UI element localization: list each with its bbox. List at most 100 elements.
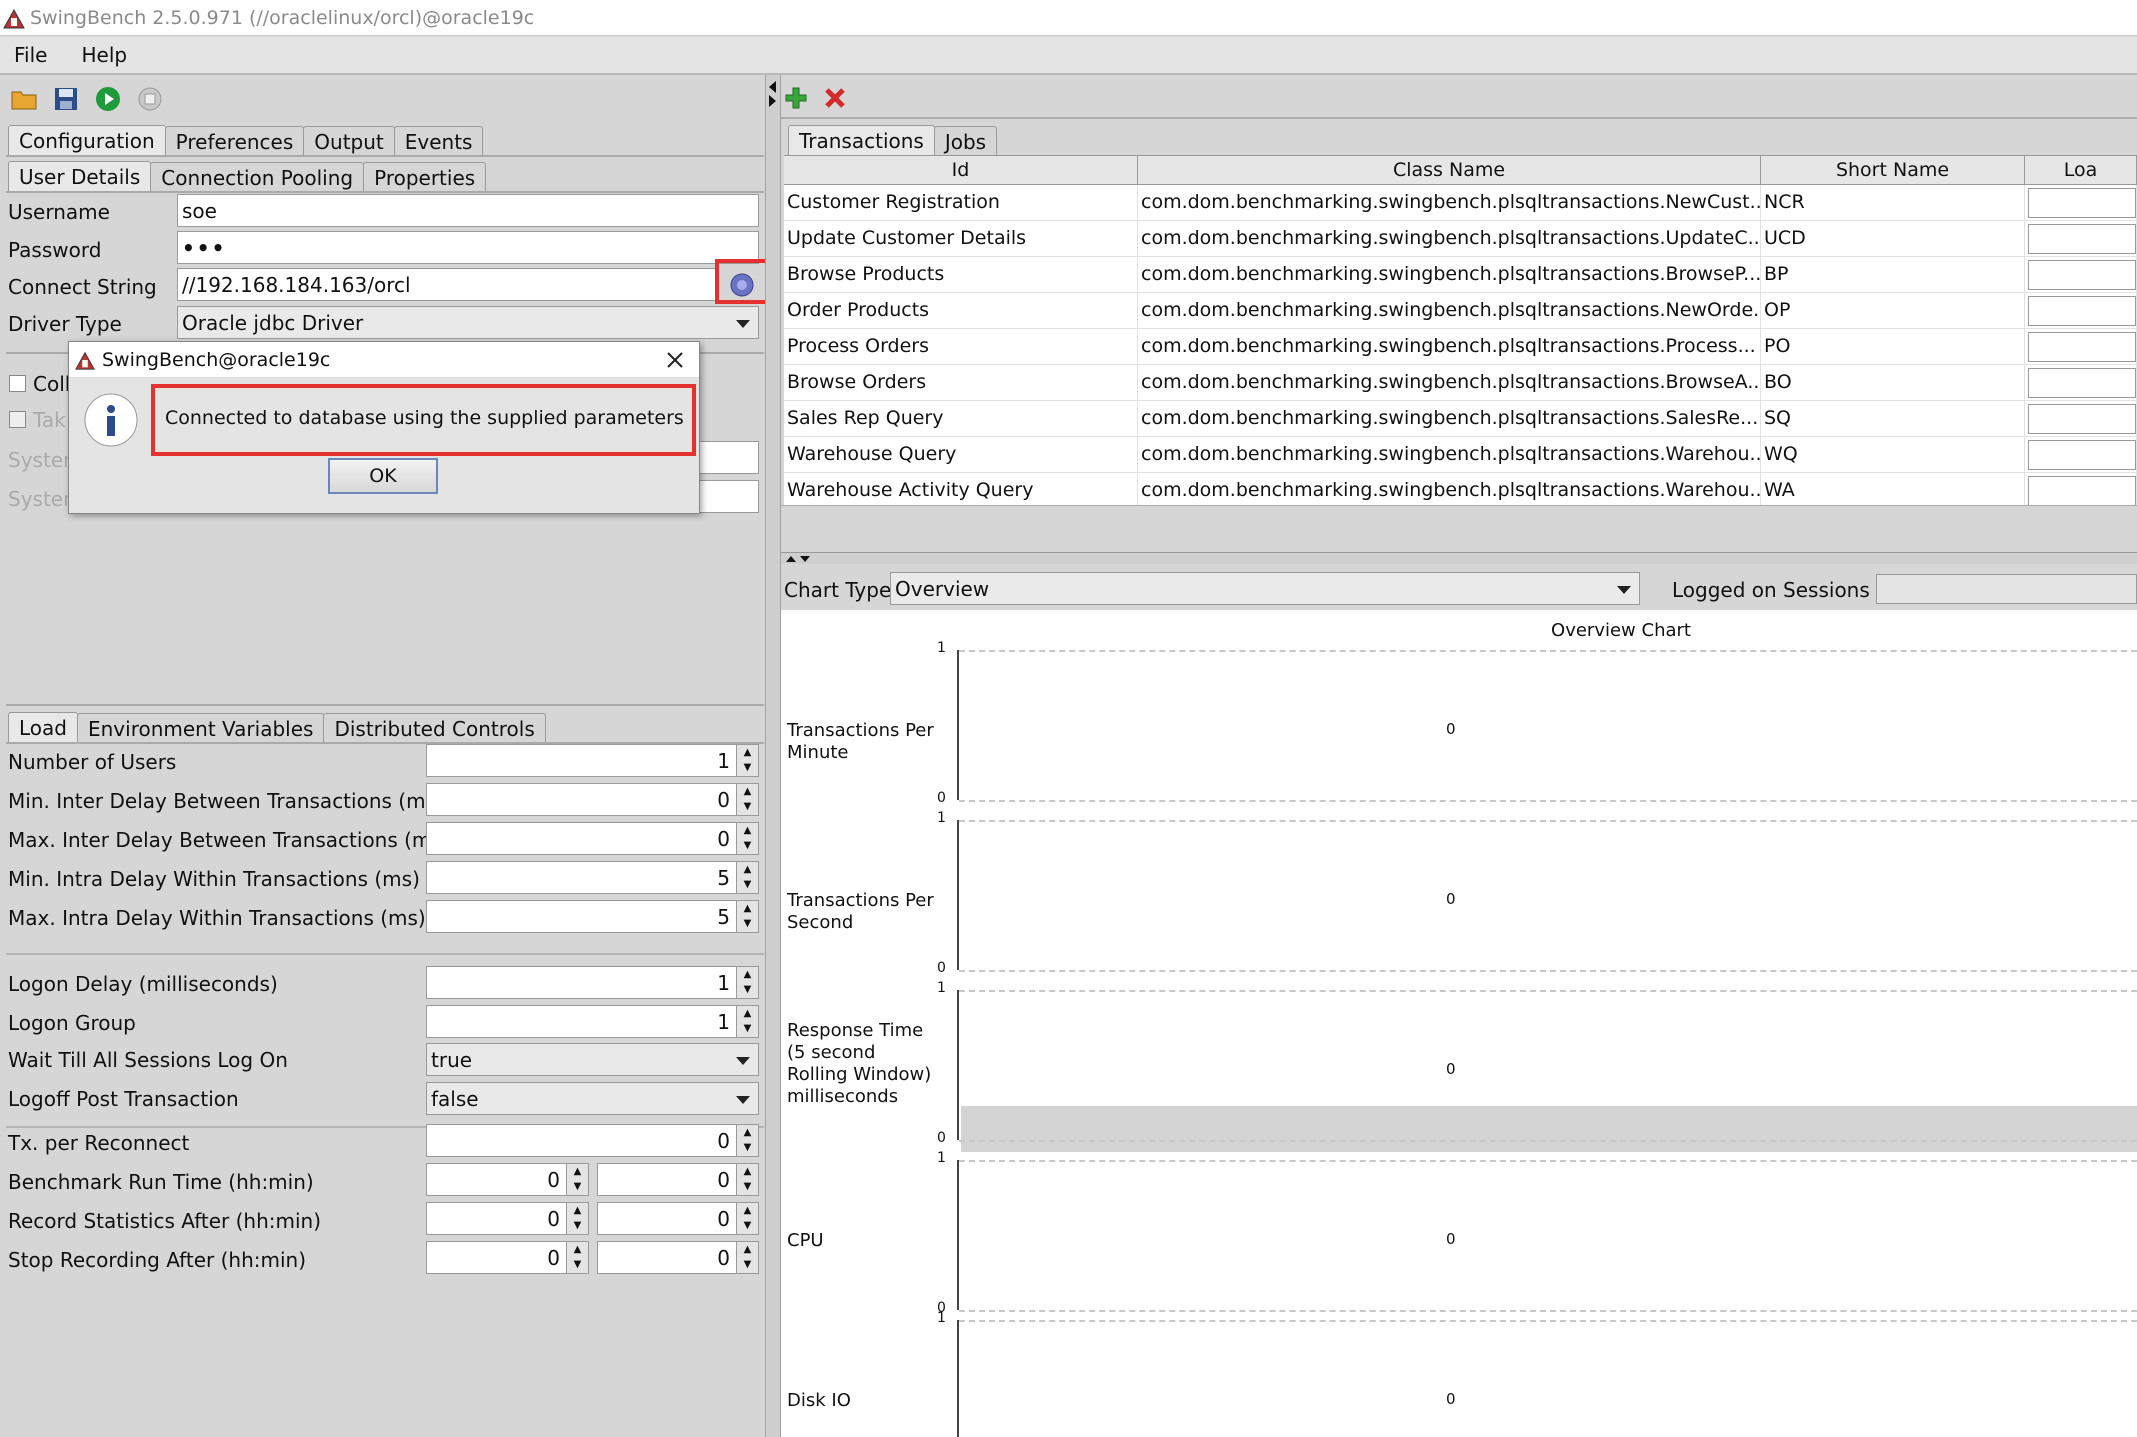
logoff-select[interactable]: false: [426, 1082, 759, 1115]
stop-icon[interactable]: [136, 85, 164, 113]
cell-class-name: com.dom.benchmarking.swingbench.plsqltra…: [1138, 437, 1761, 472]
stop-minutes-spinner[interactable]: 0 ▲ ▼: [597, 1241, 759, 1274]
logon-delay-spinner[interactable]: 1 ▲ ▼: [426, 966, 759, 999]
tab-properties[interactable]: Properties: [363, 162, 487, 192]
load-ratio-field[interactable]: [2028, 188, 2136, 218]
chevron-down-icon: [1617, 586, 1631, 594]
tab-user-details[interactable]: User Details: [8, 161, 152, 192]
spinner-arrows-icon[interactable]: ▲ ▼: [736, 1006, 758, 1037]
driver-type-select[interactable]: Oracle jdbc Driver: [177, 306, 759, 339]
load-ratio-field[interactable]: [2028, 224, 2136, 254]
spinner-arrows-icon[interactable]: ▲ ▼: [736, 901, 758, 932]
tab-transactions[interactable]: Transactions: [788, 125, 935, 156]
split-pane-divider[interactable]: [765, 75, 781, 1437]
load-ratio-field[interactable]: [2028, 476, 2136, 506]
logon-group-spinner[interactable]: 1 ▲ ▼: [426, 1005, 759, 1038]
collect-checkbox[interactable]: [9, 375, 26, 392]
spinner-arrows-icon[interactable]: ▲ ▼: [566, 1242, 588, 1273]
spinner-arrows-icon[interactable]: ▲ ▼: [736, 967, 758, 998]
gridline-bottom: [959, 970, 2137, 972]
axis-tick-top: 1: [937, 810, 946, 826]
table-row[interactable]: Update Customer Details com.dom.benchmark…: [784, 221, 2137, 257]
subtab-separator: [6, 191, 764, 193]
username-input[interactable]: soe: [177, 194, 759, 227]
menu-file[interactable]: File: [14, 43, 47, 67]
column-header-class-name[interactable]: Class Name: [1138, 156, 1761, 184]
menu-bar: File Help: [0, 37, 2137, 75]
save-disk-icon[interactable]: [52, 85, 80, 113]
table-row[interactable]: Order Products com.dom.benchmarking.swing…: [784, 293, 2137, 329]
spinner-arrows-icon[interactable]: ▲ ▼: [736, 862, 758, 893]
table-row[interactable]: Process Orders com.dom.benchmarking.swing…: [784, 329, 2137, 365]
table-row[interactable]: Browse Products com.dom.benchmarking.swin…: [784, 257, 2137, 293]
column-header-id[interactable]: Id: [784, 156, 1138, 184]
load-ratio-field[interactable]: [2028, 440, 2136, 470]
load-ratio-field[interactable]: [2028, 260, 2136, 290]
connect-string-input[interactable]: //192.168.184.163/orcl: [177, 268, 717, 301]
menu-help[interactable]: Help: [81, 43, 127, 67]
transactions-tab-strip: Transactions Jobs: [788, 120, 998, 156]
run-play-icon[interactable]: [94, 85, 122, 113]
min-intra-spinner[interactable]: 5 ▲ ▼: [426, 861, 759, 894]
password-input[interactable]: •••: [177, 231, 759, 264]
take-checkbox[interactable]: [9, 411, 26, 428]
min-inter-spinner[interactable]: 0 ▲ ▼: [426, 783, 759, 816]
table-row[interactable]: Browse Orders com.dom.benchmarking.swingb…: [784, 365, 2137, 401]
open-folder-icon[interactable]: [10, 85, 38, 113]
max-inter-spinner[interactable]: 0 ▲ ▼: [426, 822, 759, 855]
max-intra-spinner[interactable]: 5 ▲ ▼: [426, 900, 759, 933]
chart-type-select[interactable]: Overview: [890, 572, 1640, 605]
load-label-users: Number of Users: [8, 750, 177, 774]
spinner-arrows-icon[interactable]: ▲ ▼: [736, 1203, 758, 1234]
delete-x-icon[interactable]: [824, 87, 846, 109]
add-plus-icon[interactable]: [784, 86, 808, 110]
tab-distributed-controls[interactable]: Distributed Controls: [323, 713, 546, 743]
wait-sessions-select[interactable]: true: [426, 1043, 759, 1076]
tab-events[interactable]: Events: [393, 126, 484, 156]
load-ratio-field[interactable]: [2028, 296, 2136, 326]
run-hours-spinner[interactable]: 0 ▲ ▼: [426, 1163, 589, 1196]
cell-id: Sales Rep Query: [784, 401, 1138, 436]
column-header-short-name[interactable]: Short Name: [1761, 156, 2025, 184]
spinner-arrows-icon[interactable]: ▲ ▼: [736, 1242, 758, 1273]
close-icon[interactable]: [665, 350, 685, 370]
table-row[interactable]: Sales Rep Query com.dom.benchmarking.swin…: [784, 401, 2137, 437]
ok-button[interactable]: OK: [328, 458, 438, 494]
tab-preferences[interactable]: Preferences: [164, 126, 305, 156]
tab-connection-pooling[interactable]: Connection Pooling: [150, 162, 365, 192]
spinner-arrows-icon[interactable]: ▲ ▼: [736, 823, 758, 854]
axis-tick-top: 1: [937, 1310, 946, 1326]
spinner-arrows-icon[interactable]: ▲ ▼: [736, 745, 758, 776]
spinner-arrows-icon[interactable]: ▲ ▼: [736, 1164, 758, 1195]
chart-title: Overview Chart: [1551, 620, 1691, 641]
spinner-arrows-icon[interactable]: ▲ ▼: [736, 1125, 758, 1156]
collapse-arrow-icon[interactable]: [767, 79, 779, 109]
tab-load[interactable]: Load: [8, 712, 78, 743]
tab-output[interactable]: Output: [303, 126, 395, 156]
collapse-arrow-icon[interactable]: [784, 554, 814, 564]
table-row[interactable]: Warehouse Query com.dom.benchmarking.swin…: [784, 437, 2137, 473]
run-minutes-spinner[interactable]: 0 ▲ ▼: [597, 1163, 759, 1196]
spinner-arrows-icon[interactable]: ▲ ▼: [566, 1164, 588, 1195]
spinner-arrows-icon[interactable]: ▲ ▼: [566, 1203, 588, 1234]
load-ratio-field[interactable]: [2028, 404, 2136, 434]
users-spinner[interactable]: 1 ▲ ▼: [426, 744, 759, 777]
stop-hours-spinner[interactable]: 0 ▲ ▼: [426, 1241, 589, 1274]
record-hours-spinner[interactable]: 0 ▲ ▼: [426, 1202, 589, 1235]
table-row[interactable]: Customer Registration com.dom.benchmarkin…: [784, 185, 2137, 221]
record-minutes-spinner[interactable]: 0 ▲ ▼: [597, 1202, 759, 1235]
column-header-load[interactable]: Loa: [2025, 156, 2137, 184]
tab-jobs[interactable]: Jobs: [933, 126, 998, 156]
horizontal-split-divider[interactable]: [781, 552, 2137, 564]
tab-configuration[interactable]: Configuration: [8, 125, 166, 156]
gridline-top: [959, 1160, 2137, 1162]
tx-reconnect-spinner[interactable]: 0 ▲ ▼: [426, 1124, 759, 1157]
tab-environment-variables[interactable]: Environment Variables: [76, 713, 325, 743]
gridline-top: [959, 820, 2137, 822]
cell-id: Update Customer Details: [784, 221, 1138, 256]
cell-short-name: PO: [1761, 329, 2025, 364]
spinner-arrows-icon[interactable]: ▲ ▼: [736, 784, 758, 815]
table-row[interactable]: Warehouse Activity Query com.dom.benchmar…: [784, 473, 2137, 509]
load-ratio-field[interactable]: [2028, 368, 2136, 398]
load-ratio-field[interactable]: [2028, 332, 2136, 362]
